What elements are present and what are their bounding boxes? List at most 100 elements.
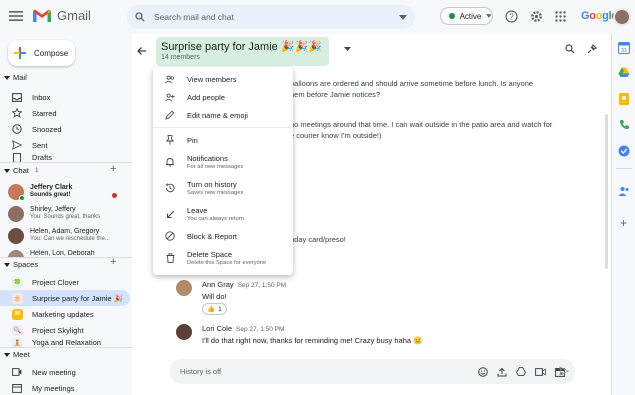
caret-down-icon [4, 168, 10, 173]
mail-section-toggle[interactable]: Mail [4, 73, 27, 82]
nav-sent[interactable]: Sent [0, 137, 130, 153]
help-icon[interactable]: ? [505, 10, 518, 23]
menu-notifications[interactable]: Notifications For all new messages [153, 149, 293, 175]
calendar-app-icon[interactable]: 31 [618, 42, 630, 54]
video-meet-icon[interactable] [535, 367, 546, 376]
menu-sublabel: For all new messages [187, 164, 244, 170]
meet-section-toggle[interactable]: Meet [4, 350, 30, 359]
rail-divider [616, 168, 632, 169]
emoji-icon[interactable] [478, 366, 488, 377]
menu-edit-name[interactable]: Edit name & emoji [153, 106, 293, 124]
menu-label: Delete Space [187, 250, 233, 259]
menu-pin[interactable]: Pin [153, 131, 293, 149]
message-text: I'll do that right now, thanks for remin… [202, 336, 423, 345]
caret-down-icon [4, 352, 10, 357]
keep-app-icon[interactable] [619, 93, 629, 105]
google-logo[interactable]: Google [581, 10, 617, 22]
star-icon [12, 108, 22, 118]
voice-app-icon[interactable] [619, 119, 630, 130]
chevron-down-icon[interactable] [344, 47, 351, 51]
pencil-icon [165, 110, 175, 120]
search-options-icon[interactable] [399, 14, 407, 20]
message-composer[interactable]: History is off [170, 359, 575, 384]
block-icon [165, 231, 175, 241]
unread-dot [112, 193, 117, 198]
avatar [176, 280, 192, 296]
status-selector[interactable]: Active [440, 7, 493, 25]
add-person-icon [165, 92, 175, 102]
menu-label: Notifications [187, 154, 228, 163]
menu-label: Leave [187, 206, 208, 215]
upload-icon[interactable] [497, 367, 507, 377]
tasks-app-icon[interactable] [618, 145, 630, 157]
menu-sublabel: You can always return [187, 216, 244, 222]
chat-name: Helen, Adam, Gregory [30, 228, 100, 235]
space-yoga[interactable]: 🧘 Yoga and Relaxation [0, 338, 130, 347]
top-bar: Gmail Search mail and chat Active ? Goog… [0, 0, 635, 34]
menu-block-report[interactable]: Block & Report [153, 227, 293, 245]
spaces-section-toggle[interactable]: Spaces [4, 260, 38, 269]
message-fragment: e courier know I'm outside!) [290, 131, 382, 140]
chat-preview: You: Sounds great, thanks [30, 214, 101, 220]
calendar-icon [12, 383, 22, 393]
main-menu-icon[interactable] [9, 10, 23, 22]
space-marketing-updates[interactable]: M Marketing updates [0, 306, 130, 322]
chat-name: Jeffery Clark [30, 184, 73, 191]
menu-add-people[interactable]: Add people [153, 88, 293, 106]
search-icon[interactable] [135, 12, 145, 22]
account-avatar[interactable] [613, 8, 631, 26]
pop-out-icon[interactable] [587, 44, 597, 54]
menu-turn-on-history[interactable]: Turn on history Saves new messages [153, 175, 293, 201]
nav-sent-label: Sent [32, 140, 48, 150]
nav-starred[interactable]: Starred [0, 105, 130, 121]
scrollbar[interactable] [605, 114, 608, 269]
chat-item-helen-adam-gregory[interactable]: Helen, Adam, Gregory You: Can we resched… [8, 228, 126, 244]
nav-snoozed-label: Snoozed [32, 124, 62, 134]
nav-inbox-label: Inbox [32, 92, 51, 102]
mail-heading: Mail [13, 73, 27, 82]
nav-snoozed[interactable]: Snoozed [0, 121, 130, 137]
search-bar[interactable]: Search mail and chat [127, 5, 415, 29]
space-surprise-party[interactable]: 🎂 Surprise party for Jamie 🎉 [0, 290, 130, 306]
settings-gear-icon[interactable] [530, 10, 543, 23]
add-app-plus-icon[interactable]: + [620, 216, 627, 230]
gmail-logo[interactable]: Gmail [32, 8, 91, 23]
history-icon [165, 183, 175, 193]
space-header[interactable]: Surprise party for Jamie 🎉🎉🎉 14 members [156, 37, 329, 66]
new-space-plus-icon[interactable]: + [110, 256, 116, 268]
chat-section-toggle[interactable]: Chat 1 [4, 166, 38, 175]
menu-label: Turn on history [187, 180, 237, 189]
message-ann-gray: Ann Gray Sep 27, 1:50 PM Will do! 👍 1 [176, 280, 286, 315]
message-input[interactable]: History is off [180, 367, 478, 376]
reaction-chip[interactable]: 👍 1 [202, 303, 227, 315]
chat-item-helen-lori-deborah[interactable]: Helen, Lori, Deborah [8, 250, 126, 257]
meet-my-meetings[interactable]: My meetings [0, 380, 130, 395]
nav-inbox[interactable]: Inbox [0, 89, 130, 105]
svg-text:31: 31 [621, 48, 627, 54]
menu-view-members[interactable]: View members [153, 70, 293, 88]
new-chat-plus-icon[interactable]: + [110, 163, 116, 175]
space-project-clover[interactable]: 🍀 Project Clover [0, 274, 130, 290]
apps-grid-icon[interactable] [555, 11, 566, 22]
svg-text:?: ? [509, 12, 514, 21]
contacts-app-icon[interactable] [618, 186, 630, 197]
menu-delete-space[interactable]: Delete Space Delete this Space for every… [153, 245, 293, 271]
cake-icon: 🎂 [12, 292, 23, 304]
chat-item-jeffery-clark[interactable]: Jeffery Clark Sounds great! [8, 184, 126, 201]
compose-button[interactable]: Compose [8, 40, 75, 66]
drive-app-icon[interactable] [618, 67, 630, 78]
space-project-skylight[interactable]: 🔍 Project Skylight [0, 322, 130, 338]
spaces-heading: Spaces [13, 260, 39, 269]
send-icon[interactable] [559, 366, 569, 376]
space-label: Marketing updates [32, 309, 94, 319]
back-arrow-icon[interactable] [137, 46, 147, 56]
chevron-down-icon [486, 14, 492, 18]
clover-icon: 🍀 [12, 276, 23, 288]
chat-item-shirley-jeffery[interactable]: Shirley, Jeffery You: Sounds great, than… [8, 206, 126, 222]
search-input[interactable]: Search mail and chat [154, 12, 399, 22]
drive-icon[interactable] [516, 367, 526, 376]
search-in-space-icon[interactable] [565, 44, 575, 54]
meet-new-meeting[interactable]: New meeting [0, 364, 130, 380]
nav-drafts[interactable]: Drafts [0, 153, 130, 162]
menu-leave[interactable]: Leave You can always return [153, 201, 293, 227]
